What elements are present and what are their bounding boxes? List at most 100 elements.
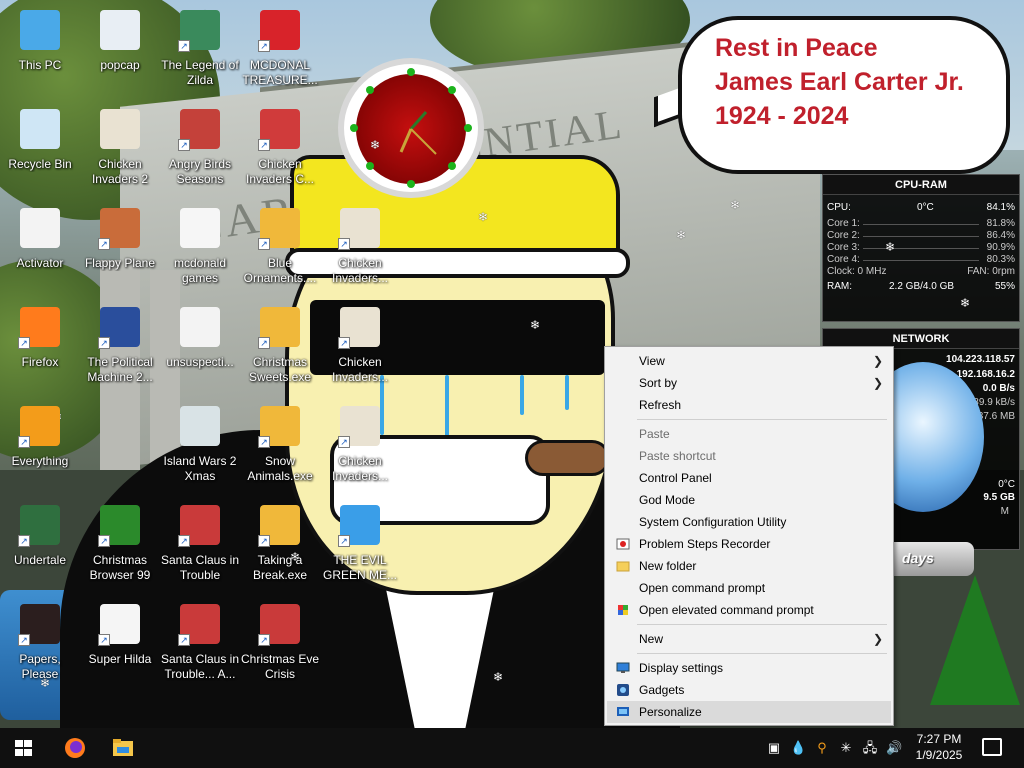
desktop-icon[interactable]: ↗ Angry Birds Seasons <box>160 105 240 197</box>
taskbar: ▣ 💧 ⚲ ✳ 🖧 🔊 7:27 PM 1/9/2025 <box>0 728 1024 768</box>
chevron-right-icon: ❯ <box>872 632 883 646</box>
network-icon[interactable]: 🖧 <box>862 740 878 756</box>
shortcut-arrow-icon: ↗ <box>258 238 270 250</box>
menu-item-paste[interactable]: Paste <box>607 423 891 445</box>
core-value: 80.3% <box>986 254 1015 265</box>
recorder-icon <box>616 538 630 550</box>
ip-local: 192.168.16.2 <box>956 369 1015 380</box>
desktop-icon[interactable]: ↗ Blue Ornaments.... <box>240 204 320 296</box>
document-icon <box>20 208 60 248</box>
desktop-icon[interactable]: ↗ Chicken Invaders... <box>320 402 400 494</box>
start-button[interactable] <box>0 728 46 768</box>
snowflake-icon: ❄ <box>530 318 541 332</box>
menu-item-open-elevated-command-prompt[interactable]: Open elevated command prompt <box>607 599 891 621</box>
desktop-icon[interactable]: ↗ Firefox <box>0 303 80 395</box>
drive-temp: 0°C <box>998 479 1015 490</box>
clock-dot <box>407 68 415 76</box>
desktop-icon-label: popcap <box>100 58 140 72</box>
desktop-icon[interactable]: mcdonald games <box>160 204 240 296</box>
core-bar <box>863 224 979 225</box>
desktop-icon[interactable]: ↗ Papers, Please <box>0 600 80 692</box>
desktop-icon[interactable]: ↗ Santa Claus in Trouble... A... <box>160 600 240 692</box>
desktop-icon[interactable]: ↗ Chicken Invaders C... <box>240 105 320 197</box>
firefox-icon <box>65 738 85 758</box>
shortcut-arrow-icon: ↗ <box>178 40 190 52</box>
droplet-icon[interactable]: 💧 <box>790 740 806 756</box>
desktop-icon[interactable]: This PC <box>0 6 80 98</box>
menu-item-personalize[interactable]: Personalize <box>607 701 891 723</box>
clock-dot <box>350 124 358 132</box>
menu-item-refresh[interactable]: Refresh <box>607 394 891 416</box>
menu-item-paste-shortcut[interactable]: Paste shortcut <box>607 445 891 467</box>
menu-item-gadgets[interactable]: Gadgets <box>607 679 891 701</box>
menu-item-label: View <box>639 354 665 368</box>
network-total: 37.6 MB <box>977 411 1015 422</box>
desktop-icon[interactable]: ↗ Christmas Eve Crisis <box>240 600 320 692</box>
desktop-icon[interactable]: ↗ Chicken Invaders... <box>320 204 400 296</box>
shortcut-arrow-icon: ↗ <box>18 634 30 646</box>
menu-item-open-command-prompt[interactable]: Open command prompt <box>607 577 891 599</box>
desktop-icon[interactable]: ↗ The Political Machine 2... <box>80 303 160 395</box>
taskbar-firefox[interactable] <box>52 728 98 768</box>
drive-unit: M <box>1000 506 1009 517</box>
desktop-icon[interactable]: ↗ Super Hilda <box>80 600 160 692</box>
desktop-icon-label: Recycle Bin <box>8 157 72 171</box>
desktop-icon[interactable]: ↗ Christmas Sweets.exe <box>240 303 320 395</box>
everything-search-icon[interactable]: ⚲ <box>814 740 830 756</box>
computer-icon <box>20 10 60 50</box>
menu-item-label: Sort by <box>639 376 678 390</box>
app-icon[interactable]: ▣ <box>766 740 782 756</box>
menu-item-system-configuration[interactable]: System Configuration Utility <box>607 511 891 533</box>
desktop-icon[interactable]: ↗ Chicken Invaders... <box>320 303 400 395</box>
desktop-icon[interactable]: Chicken Invaders 2 <box>80 105 160 197</box>
shortcut-arrow-icon: ↗ <box>178 139 190 151</box>
desktop-icon[interactable]: ↗ Flappy Plane <box>80 204 160 296</box>
cpu-ram-gadget[interactable]: CPU-RAM CPU: 0°C 84.1% Core 1: 81.8% Core 2… <box>822 174 1020 322</box>
desktop-icon[interactable]: ↗ Christmas Browser 99 <box>80 501 160 593</box>
folder-icon <box>616 561 630 572</box>
menu-item-new-folder[interactable]: New folder <box>607 555 891 577</box>
desktop-icon[interactable]: Island Wars 2 Xmas <box>160 402 240 494</box>
menu-item-sort-by[interactable]: Sort by ❯ <box>607 372 891 394</box>
menu-item-control-panel[interactable]: Control Panel <box>607 467 891 489</box>
clock-date: 1/9/2025 <box>915 748 963 762</box>
shortcut-arrow-icon: ↗ <box>258 337 270 349</box>
notification-center-icon[interactable] <box>982 738 1002 756</box>
desktop-icon-label: Christmas Eve Crisis <box>240 652 320 681</box>
desktop-icon[interactable]: unsuspecti... <box>160 303 240 395</box>
desktop-icon[interactable]: Recycle Bin <box>0 105 80 197</box>
shortcut-arrow-icon: ↗ <box>18 535 30 547</box>
chevron-right-icon: ❯ <box>872 376 883 390</box>
menu-item-problem-steps-recorder[interactable]: Problem Steps Recorder <box>607 533 891 555</box>
desktop-icon[interactable]: ↗ Santa Claus in Trouble <box>160 501 240 593</box>
desktop-icon[interactable]: ↗ The Legend of Zilda <box>160 6 240 98</box>
snowflake-icon[interactable]: ✳ <box>838 740 854 756</box>
taskbar-file-explorer[interactable] <box>100 728 146 768</box>
shortcut-arrow-icon: ↗ <box>98 337 110 349</box>
desktop-icon-label: Undertale <box>13 553 67 567</box>
volume-icon[interactable]: 🔊 <box>886 740 902 756</box>
desktop-icon[interactable]: ↗ Everything <box>0 402 80 494</box>
desktop-icon[interactable]: Activator <box>0 204 80 296</box>
bubble-line-2: James Earl Carter Jr. <box>715 68 964 96</box>
desktop-icon[interactable]: ↗ Taking a Break.exe <box>240 501 320 593</box>
shortcut-arrow-icon: ↗ <box>338 436 350 448</box>
menu-item-new[interactable]: New ❯ <box>607 628 891 650</box>
christmas-clock-gadget[interactable] <box>338 58 484 198</box>
desktop-icon-label: THE EVIL GREEN ME... <box>322 553 397 582</box>
desktop-icon[interactable]: ↗ Undertale <box>0 501 80 593</box>
tear <box>520 375 524 415</box>
file-explorer-icon <box>113 739 133 756</box>
menu-item-display-settings[interactable]: Display settings <box>607 657 891 679</box>
menu-item-god-mode[interactable]: God Mode <box>607 489 891 511</box>
desktop-icon-label: Christmas Browser 99 <box>89 553 151 582</box>
menu-item-view[interactable]: View ❯ <box>607 350 891 372</box>
shortcut-arrow-icon: ↗ <box>338 337 350 349</box>
taskbar-clock[interactable]: 7:27 PM 1/9/2025 <box>908 731 970 763</box>
core-label: Core 1: <box>827 218 860 229</box>
desktop-icon[interactable]: ↗ THE EVIL GREEN ME... <box>320 501 400 593</box>
desktop-icon[interactable]: ↗ MCDONAL TREASURE... <box>240 6 320 98</box>
network-speed: 0.0 B/s <box>982 383 1015 394</box>
desktop-icon[interactable]: popcap <box>80 6 160 98</box>
desktop-icon[interactable]: ↗ Snow Animals.exe <box>240 402 320 494</box>
